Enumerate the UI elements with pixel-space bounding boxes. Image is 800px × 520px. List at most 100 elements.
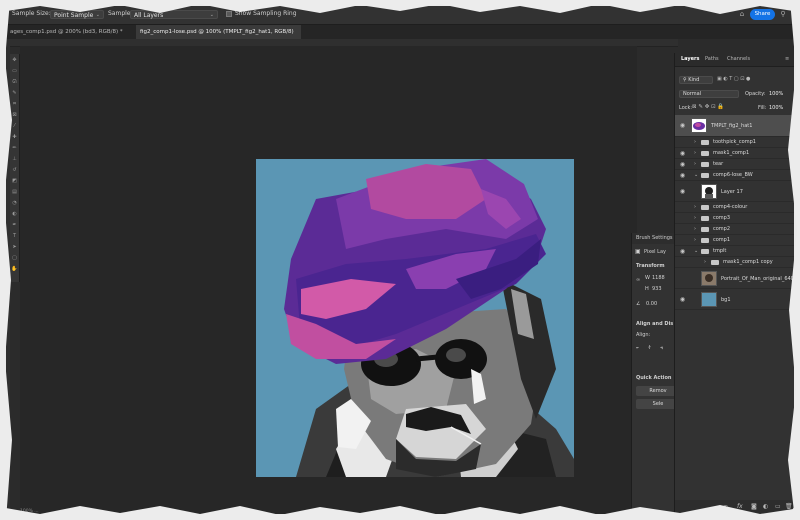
eye-icon[interactable]: ◉ [679, 296, 686, 303]
filter-pixel-icon[interactable]: ▣ ◐ T ▢ ⊡ ● [717, 76, 750, 82]
layer-row[interactable]: › comp4-colour [675, 202, 794, 213]
layer-row[interactable]: ◉ › mask1_comp1 [675, 148, 794, 159]
align-right-icon[interactable]: ⫣ [660, 345, 663, 351]
folder-icon [701, 227, 709, 232]
layer-row[interactable]: › comp2 [675, 224, 794, 235]
panel-menu-icon[interactable]: ≡ [785, 56, 789, 62]
layer-row[interactable]: Portrait_Of_Man_original_640 [675, 268, 794, 289]
search-icon[interactable]: ⚲ [778, 9, 788, 19]
sample-select[interactable]: All Layers ⌄ [130, 10, 218, 19]
tab-paths[interactable]: Paths [705, 56, 719, 62]
blur-tool-icon[interactable]: ◔ [11, 200, 18, 207]
layer-row[interactable]: ◉ bg1 [675, 289, 794, 310]
eye-icon[interactable]: ◉ [679, 248, 686, 255]
align-center-icon[interactable]: ⫩ [648, 345, 651, 351]
layer-name: bg1 [721, 297, 731, 303]
dodge-tool-icon[interactable]: ◐ [11, 211, 18, 218]
chevron-right-icon[interactable]: › [694, 139, 696, 145]
eye-icon[interactable]: ◉ [679, 172, 686, 179]
chevron-right-icon[interactable]: › [694, 204, 696, 210]
eye-icon[interactable]: ◉ [679, 150, 686, 157]
layers-panel-footer: ∞ fx ◙ ◐ ▭ 🗑 [675, 500, 794, 514]
eye-icon[interactable]: ◉ [679, 122, 686, 129]
layer-row[interactable]: ◉ ⌄ comp6-lose_BW [675, 170, 794, 181]
chevron-down-icon[interactable]: ⌄ [694, 248, 698, 254]
align-left-icon[interactable]: ⫦ [636, 345, 639, 351]
brush-tool-icon[interactable]: ✏ [11, 145, 18, 152]
shape-tool-icon[interactable]: ▢ [11, 255, 18, 262]
eyedropper-tool-icon[interactable]: ⁄ [11, 123, 18, 130]
link-icon[interactable]: ∞ [723, 503, 728, 510]
chevron-right-icon[interactable]: › [704, 259, 706, 265]
canvas-area[interactable] [20, 46, 637, 514]
share-button[interactable]: Share [750, 9, 775, 20]
eye-icon[interactable]: ◉ [679, 161, 686, 168]
fx-icon[interactable]: fx [737, 503, 743, 510]
layer-row[interactable]: ◉ › tear [675, 159, 794, 170]
layer-row[interactable]: ◉ TMPLT_fig2_hat1 [675, 115, 794, 137]
chevron-right-icon[interactable]: › [694, 226, 696, 232]
quick-actions-title: Quick Action [636, 375, 672, 381]
folder-open-icon [701, 249, 709, 254]
quick-select-tool-icon[interactable]: ✎ [11, 90, 18, 97]
fill-value[interactable]: 100% [769, 105, 783, 111]
chevron-right-icon[interactable]: › [694, 161, 696, 167]
tab-fig2-comp1-lose[interactable]: fig2_comp1-lose.psd @ 100% (TMPLT_fig2_h… [136, 25, 301, 39]
lasso-tool-icon[interactable]: ᘏ [11, 79, 18, 86]
layer-row[interactable]: › comp1 [675, 235, 794, 246]
layer-row[interactable]: ◉ ⌄ tmplt [675, 246, 794, 257]
sampling-ring-checkbox[interactable] [226, 11, 232, 17]
history-brush-tool-icon[interactable]: ↺ [11, 167, 18, 174]
blend-mode-select[interactable]: Normal [679, 90, 739, 98]
properties-panel: Brush Settings ▣ Pixel Lay Transform ∞ W… [631, 233, 680, 514]
chevron-right-icon[interactable]: › [694, 237, 696, 243]
crop-tool-icon[interactable]: ⌗ [11, 101, 18, 108]
tab-layers[interactable]: Layers [681, 56, 700, 62]
folder-icon [701, 162, 709, 167]
adjustment-icon[interactable]: ◐ [763, 503, 768, 510]
chevron-right-icon[interactable]: › [694, 150, 696, 156]
link-icon[interactable]: ∞ [636, 277, 640, 283]
brush-settings-header[interactable]: Brush Settings [632, 233, 680, 244]
sample-size-select[interactable]: Point Sample ⌄ [50, 10, 104, 19]
layer-name: comp6-lose_BW [713, 172, 753, 178]
tab-ages-comp1[interactable]: ages_comp1.psd @ 200% (bd3, RGB/8) * [6, 25, 136, 39]
h-value[interactable]: 933 [652, 286, 662, 292]
w-label: W [645, 275, 650, 281]
layer-row[interactable]: › mask1_comp1 copy [675, 257, 794, 268]
marquee-tool-icon[interactable]: ▭ [11, 68, 18, 75]
folder-icon [701, 151, 709, 156]
folder-icon[interactable]: ▭ [775, 503, 781, 510]
path-select-tool-icon[interactable]: ➤ [11, 244, 18, 251]
eye-icon[interactable]: ◉ [679, 188, 686, 195]
filter-kind-select[interactable]: ⚲ Kind [679, 76, 713, 84]
type-tool-icon[interactable]: T [11, 233, 18, 240]
mask-icon[interactable]: ◙ [751, 503, 757, 510]
lock-icons[interactable]: ⊠ ✎ ✥ ⊡ 🔒 [692, 104, 724, 110]
sample-value: All Layers [134, 12, 164, 19]
frame-tool-icon[interactable]: ⊠ [11, 112, 18, 119]
home-icon[interactable]: ⌂ [737, 9, 747, 19]
stamp-tool-icon[interactable]: ⊥ [11, 156, 18, 163]
hand-tool-icon[interactable]: ✋ [11, 266, 18, 273]
healing-tool-icon[interactable]: ✚ [11, 134, 18, 141]
tab-channels[interactable]: Channels [727, 56, 750, 62]
gradient-tool-icon[interactable]: ▤ [11, 189, 18, 196]
layer-thumbnail [701, 184, 717, 199]
layer-row[interactable]: › comp3 [675, 213, 794, 224]
eraser-tool-icon[interactable]: ◩ [11, 178, 18, 185]
move-tool-icon[interactable]: ✥ [11, 57, 18, 64]
chevron-down-icon[interactable]: ⌄ [694, 172, 698, 178]
w-value[interactable]: 1188 [652, 275, 665, 281]
document-tabs: ages_comp1.psd @ 200% (bd3, RGB/8) * fig… [6, 25, 794, 39]
pen-tool-icon[interactable]: ✒ [11, 222, 18, 229]
layer-row[interactable]: › toothpick_comp1 [675, 137, 794, 148]
angle-value[interactable]: 0.00 [646, 301, 657, 307]
layer-row[interactable]: ◉ Layer 17 [675, 181, 794, 202]
sample-size-value: Point Sample [54, 12, 94, 19]
lock-label: Lock: [679, 105, 693, 111]
chevron-right-icon[interactable]: › [694, 215, 696, 221]
trash-icon[interactable]: 🗑 [785, 503, 793, 510]
artwork-canvas[interactable] [256, 159, 574, 477]
opacity-value[interactable]: 100% [769, 91, 783, 97]
